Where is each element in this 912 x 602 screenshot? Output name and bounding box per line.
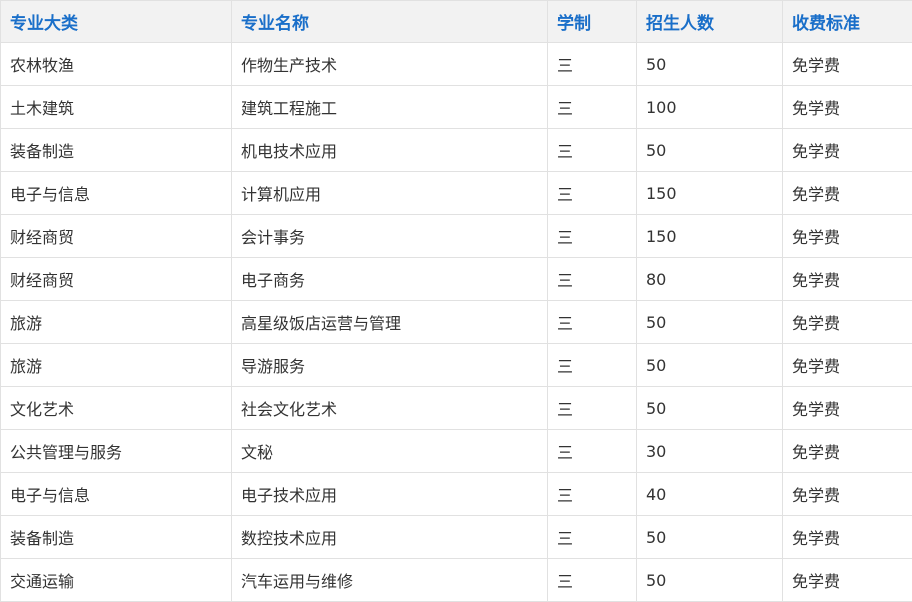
cell-major: 导游服务 — [231, 343, 548, 387]
cell-major: 电子技术应用 — [231, 472, 548, 516]
header-major-category: 专业大类 — [0, 0, 232, 43]
cell-fee: 免学费 — [782, 85, 912, 129]
cell-enrollment: 50 — [636, 42, 783, 86]
cell-major: 作物生产技术 — [231, 42, 548, 86]
cell-major: 高星级饭店运营与管理 — [231, 300, 548, 344]
cell-major: 机电技术应用 — [231, 128, 548, 172]
cell-duration: 三 — [547, 386, 637, 430]
cell-duration: 三 — [547, 429, 637, 473]
table-row: 公共管理与服务 文秘 三 30 免学费 — [0, 429, 912, 473]
cell-fee: 免学费 — [782, 128, 912, 172]
cell-duration: 三 — [547, 515, 637, 559]
table-row: 财经商贸 会计事务 三 150 免学费 — [0, 214, 912, 258]
cell-enrollment: 150 — [636, 214, 783, 258]
cell-enrollment: 100 — [636, 85, 783, 129]
table-row: 文化艺术 社会文化艺术 三 50 免学费 — [0, 386, 912, 430]
cell-enrollment: 50 — [636, 300, 783, 344]
cell-duration: 三 — [547, 171, 637, 215]
cell-major: 会计事务 — [231, 214, 548, 258]
cell-category: 装备制造 — [0, 515, 232, 559]
cell-duration: 三 — [547, 214, 637, 258]
cell-duration: 三 — [547, 343, 637, 387]
cell-major: 数控技术应用 — [231, 515, 548, 559]
cell-major: 计算机应用 — [231, 171, 548, 215]
cell-enrollment: 30 — [636, 429, 783, 473]
cell-enrollment: 40 — [636, 472, 783, 516]
table-row: 交通运输 汽车运用与维修 三 50 免学费 — [0, 558, 912, 602]
cell-category: 装备制造 — [0, 128, 232, 172]
cell-fee: 免学费 — [782, 300, 912, 344]
cell-category: 公共管理与服务 — [0, 429, 232, 473]
header-duration: 学制 — [547, 0, 637, 43]
table-row: 财经商贸 电子商务 三 80 免学费 — [0, 257, 912, 301]
cell-enrollment: 50 — [636, 386, 783, 430]
table-row: 装备制造 数控技术应用 三 50 免学费 — [0, 515, 912, 559]
cell-fee: 免学费 — [782, 257, 912, 301]
cell-enrollment: 150 — [636, 171, 783, 215]
cell-enrollment: 50 — [636, 558, 783, 602]
header-enrollment: 招生人数 — [636, 0, 783, 43]
cell-category: 交通运输 — [0, 558, 232, 602]
cell-duration: 三 — [547, 85, 637, 129]
cell-fee: 免学费 — [782, 214, 912, 258]
cell-category: 旅游 — [0, 300, 232, 344]
cell-category: 电子与信息 — [0, 472, 232, 516]
table-row: 土木建筑 建筑工程施工 三 100 免学费 — [0, 85, 912, 129]
table-row: 农林牧渔 作物生产技术 三 50 免学费 — [0, 42, 912, 86]
cell-category: 农林牧渔 — [0, 42, 232, 86]
cell-duration: 三 — [547, 257, 637, 301]
cell-fee: 免学费 — [782, 515, 912, 559]
table-row: 装备制造 机电技术应用 三 50 免学费 — [0, 128, 912, 172]
header-fee: 收费标准 — [782, 0, 912, 43]
cell-category: 财经商贸 — [0, 214, 232, 258]
cell-fee: 免学费 — [782, 558, 912, 602]
cell-fee: 免学费 — [782, 472, 912, 516]
cell-fee: 免学费 — [782, 386, 912, 430]
table-row: 电子与信息 电子技术应用 三 40 免学费 — [0, 472, 912, 516]
table-row: 旅游 导游服务 三 50 免学费 — [0, 343, 912, 387]
cell-fee: 免学费 — [782, 171, 912, 215]
cell-category: 文化艺术 — [0, 386, 232, 430]
cell-category: 财经商贸 — [0, 257, 232, 301]
cell-enrollment: 50 — [636, 343, 783, 387]
cell-category: 电子与信息 — [0, 171, 232, 215]
table-row: 旅游 高星级饭店运营与管理 三 50 免学费 — [0, 300, 912, 344]
cell-fee: 免学费 — [782, 42, 912, 86]
cell-duration: 三 — [547, 472, 637, 516]
cell-major: 电子商务 — [231, 257, 548, 301]
cell-category: 旅游 — [0, 343, 232, 387]
cell-duration: 三 — [547, 42, 637, 86]
cell-duration: 三 — [547, 558, 637, 602]
cell-major: 社会文化艺术 — [231, 386, 548, 430]
cell-major: 文秘 — [231, 429, 548, 473]
cell-major: 汽车运用与维修 — [231, 558, 548, 602]
enrollment-table: 专业大类 专业名称 学制 招生人数 收费标准 农林牧渔 作物生产技术 三 50 … — [0, 0, 912, 602]
cell-enrollment: 50 — [636, 515, 783, 559]
cell-enrollment: 50 — [636, 128, 783, 172]
cell-category: 土木建筑 — [0, 85, 232, 129]
cell-major: 建筑工程施工 — [231, 85, 548, 129]
header-major-name: 专业名称 — [231, 0, 548, 43]
table-header-row: 专业大类 专业名称 学制 招生人数 收费标准 — [0, 0, 912, 43]
cell-fee: 免学费 — [782, 429, 912, 473]
cell-fee: 免学费 — [782, 343, 912, 387]
cell-duration: 三 — [547, 300, 637, 344]
table-row: 电子与信息 计算机应用 三 150 免学费 — [0, 171, 912, 215]
cell-enrollment: 80 — [636, 257, 783, 301]
cell-duration: 三 — [547, 128, 637, 172]
